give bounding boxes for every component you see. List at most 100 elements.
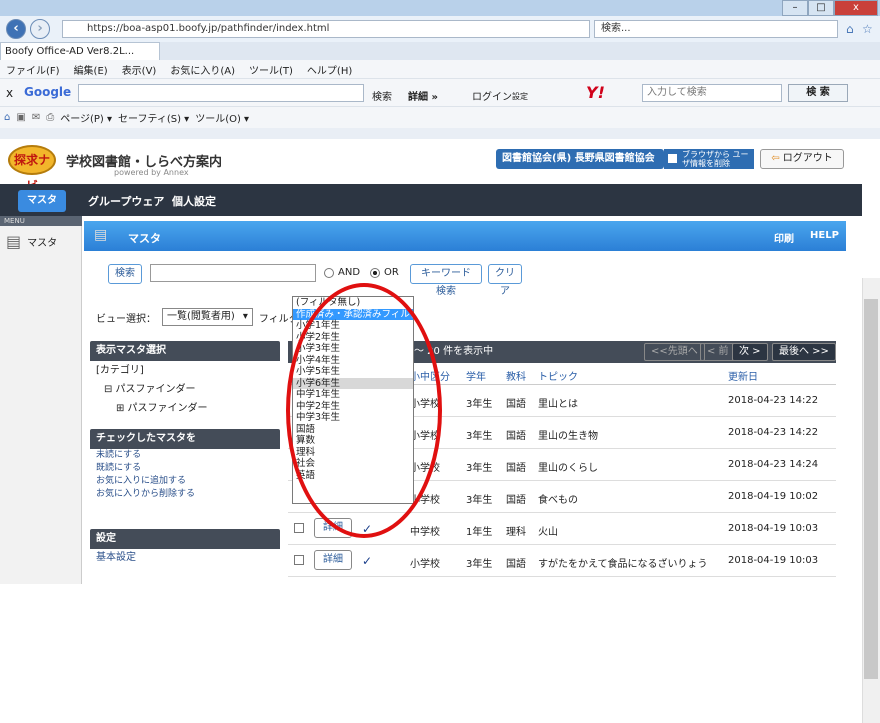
print-link[interactable]: 印刷 [774,230,794,245]
chevron-down-icon: ▾ [242,311,248,322]
main-nav: マスタ グループウェア 個人設定 [0,184,862,216]
page-banner: ▤ マスタ 印刷 HELP [84,221,846,251]
cell-topic[interactable]: すがたをかえて食品になるざいりょう [538,555,708,570]
add-favorite-link[interactable]: お気に入りに追加する [90,475,280,488]
table-row[interactable]: 詳細 ✓ 小学校 3年生 国語 すがたをかえて食品になるざいりょう 2018-04-19 1… [288,545,836,577]
detail-button[interactable]: 詳細 [314,550,352,570]
menu-favorites[interactable]: お気に入り(A) [170,62,235,77]
row-checkbox[interactable] [294,555,304,565]
cell-updated: 2018-04-23 14:22 [728,427,819,438]
col-updated[interactable]: 更新日 [728,368,758,383]
close-toolbar-icon[interactable]: x [6,86,13,100]
tree-pathfinder-child[interactable]: ⊞ パスファインダー [90,399,280,418]
back-icon[interactable]: ‹ [6,19,26,39]
clear-user-checkbox[interactable] [668,154,677,163]
yahoo-logo: Y! [586,83,605,102]
google-settings[interactable]: 設定 [512,91,528,102]
cell-grade: 3年生 [466,399,493,410]
google-search-button[interactable]: 検索 [372,88,392,103]
feeds-icon[interactable]: ▣ [16,112,25,123]
logout-button[interactable]: ⇦ ログアウト [760,149,844,169]
page-scroll-thumb[interactable] [864,299,878,679]
keyword-search-button[interactable]: キーワード検索 [410,264,482,297]
col-topic[interactable]: トピック [538,368,578,383]
menu-tag: MENU [0,216,82,226]
url-bar[interactable]: https://boa-asp01.boofy.jp/pathfinder/in… [62,20,590,38]
pager-prev[interactable]: < 前 [700,343,736,361]
menu-tools[interactable]: ツール(T) [249,62,293,77]
cmd-safety[interactable]: セーフティ(S) ▾ [118,110,189,125]
banner-book-icon: ▤ [94,227,108,243]
home-small-icon[interactable]: ⌂ [4,112,10,123]
cell-topic[interactable]: 食べもの [538,491,578,506]
keyword-input[interactable] [150,264,316,282]
menu-bar: ファイル(F) 編集(E) 表示(V) お気に入り(A) ツール(T) ヘルプ(… [0,60,880,78]
close-button[interactable]: x [834,0,878,16]
menu-help[interactable]: ヘルプ(H) [307,62,352,77]
mail-icon[interactable]: ✉ [32,112,40,123]
or-radio[interactable] [370,268,380,278]
cell-topic[interactable]: 里山のくらし [538,459,598,474]
app-powered-by: powered by Annex [114,168,189,177]
star-icon[interactable]: ☆ [862,22,873,36]
browser-chrome: – □ x ‹ › https://boa-asp01.boofy.jp/pat… [0,0,880,139]
cell-grade: 3年生 [466,463,493,474]
approved-check-icon: ✓ [362,554,373,568]
view-label: ビュー選択： [96,313,156,325]
yahoo-search-button[interactable]: 検 索 [788,84,848,102]
cmd-tools[interactable]: ツール(O) ▾ [195,110,249,125]
left-menu-master-label: マスタ [27,237,58,249]
tree-pathfinder-root[interactable]: ⊟ パスファインダー [90,380,280,399]
nav-personal-settings[interactable]: 個人設定 [172,193,216,209]
pager-next[interactable]: 次 > [732,343,768,361]
view-select[interactable]: 一覧(閲覧者用) ▾ [162,308,253,326]
basic-settings-link[interactable]: 基本設定 [90,549,280,567]
and-radio[interactable] [324,268,334,278]
google-details[interactable]: 詳細 » [408,88,438,103]
col-grade[interactable]: 学年 [466,368,486,383]
menu-view[interactable]: 表示(V) [122,62,157,77]
cmd-page[interactable]: ページ(P) ▾ [60,110,112,125]
cell-topic[interactable]: 火山 [538,523,558,538]
cell-grade: 3年生 [466,559,493,570]
row-checkbox[interactable] [294,523,304,533]
nav-master[interactable]: マスタ [18,190,66,212]
google-search-input[interactable] [78,84,364,102]
col-subject[interactable]: 教科 [506,368,526,383]
clear-user-info[interactable]: ブラウザから ユーザ情報を削除 [664,149,754,169]
home-icon[interactable]: ⌂ [846,22,854,36]
app-logo: 探求ナビ [8,145,56,193]
cell-topic[interactable]: 里山とは [538,395,578,410]
master-select-heading: 表示マスタ選択 [90,341,280,361]
cell-topic[interactable]: 里山の生き物 [538,427,598,442]
menu-edit[interactable]: 編集(E) [74,62,108,77]
cell-updated: 2018-04-19 10:03 [728,523,819,534]
view-select-value: 一覧(閲覧者用) [167,311,235,322]
nav-groupware[interactable]: グループウェア [88,193,164,209]
address-row: ‹ › https://boa-asp01.boofy.jp/pathfinde… [0,16,880,42]
cell-subject: 国語 [506,559,526,570]
browser-tab[interactable]: Boofy Office-AD Ver8.2L... [0,42,160,60]
search-button[interactable]: 検索 [108,264,142,284]
google-login[interactable]: ログイン [472,88,512,103]
mark-unread-link[interactable]: 未読にする [90,449,280,462]
left-menu-master[interactable]: ▤ マスタ [6,230,76,252]
mark-read-link[interactable]: 既読にする [90,462,280,475]
cell-updated: 2018-04-23 14:24 [728,459,819,470]
clear-button[interactable]: クリア [488,264,522,297]
browser-search-input[interactable]: 検索... [594,20,838,38]
print-icon[interactable]: ⎙ [46,112,54,123]
maximize-button[interactable]: □ [808,0,834,16]
master-book-icon: ▤ [6,231,22,251]
tab-strip: Boofy Office-AD Ver8.2L... [0,42,880,60]
pager-last[interactable]: 最後へ >> [772,343,836,361]
yahoo-search-input[interactable]: 入力して検索 [642,84,782,102]
logout-icon: ⇦ [771,153,780,164]
remove-favorite-link[interactable]: お気に入りから削除する [90,488,280,501]
menu-file[interactable]: ファイル(F) [6,62,60,77]
minimize-button[interactable]: – [782,0,808,16]
checked-master-heading: チェックしたマスタを [90,429,280,449]
forward-icon[interactable]: › [30,19,50,39]
help-link[interactable]: HELP [810,230,839,241]
pager-first[interactable]: <<先頭へ [644,343,705,361]
